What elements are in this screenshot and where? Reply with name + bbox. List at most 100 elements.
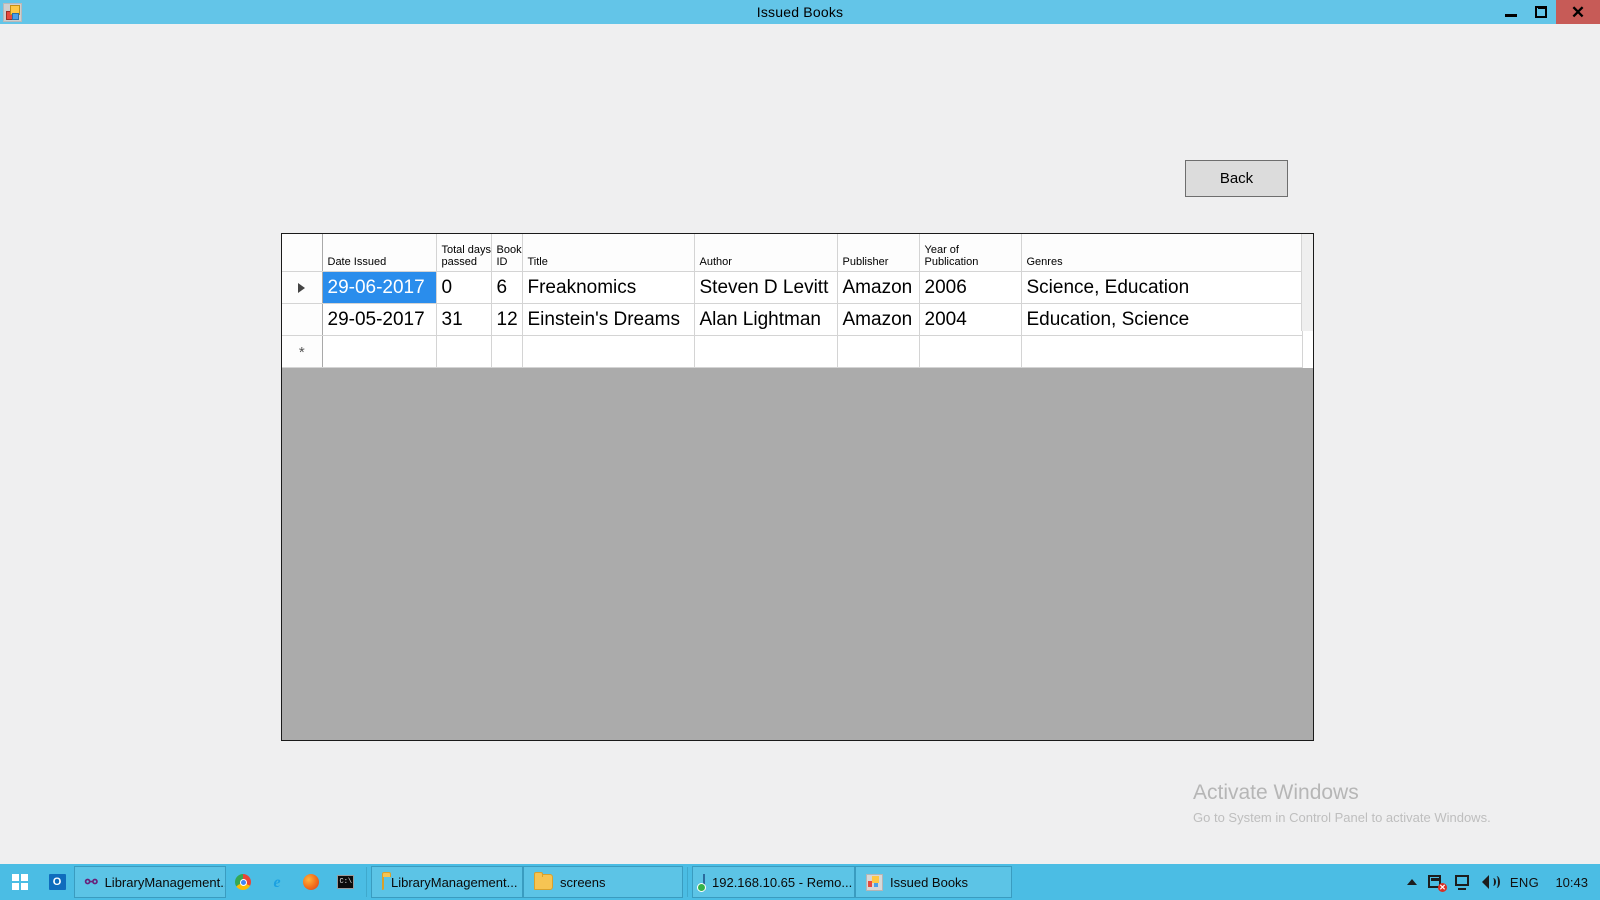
watermark-subtitle: Go to System in Control Panel to activat… — [1193, 810, 1491, 825]
minimize-icon — [1505, 13, 1517, 17]
taskbar-item-label: LibraryManagement... — [104, 874, 226, 890]
taskbar-item-issued-books[interactable]: Issued Books — [855, 866, 1012, 898]
quick-launch-outlook[interactable]: O — [40, 864, 74, 900]
cell-genres[interactable]: Science, Education — [1021, 271, 1303, 304]
windows-logo-icon — [11, 873, 29, 891]
taskbar-item-command-prompt[interactable]: C:\ — [328, 864, 362, 900]
window-titlebar[interactable]: Issued Books ✕ — [0, 0, 1600, 24]
internet-explorer-icon: e — [273, 873, 281, 891]
taskbar: O ⚯ LibraryManagement... e C:\ LibraryMa… — [0, 864, 1600, 900]
datagrid-table: Date Issued Total days passed Book ID Ti… — [282, 234, 1303, 368]
new-row-indicator[interactable]: * — [282, 335, 323, 368]
taskbar-item-firefox[interactable] — [294, 864, 328, 900]
cell-publisher[interactable]: Amazon — [837, 303, 920, 336]
column-header-title[interactable]: Title — [522, 234, 695, 272]
minimize-button[interactable] — [1496, 0, 1526, 24]
language-indicator[interactable]: ENG — [1510, 875, 1539, 890]
cell-author[interactable]: Alan Lightman — [694, 303, 838, 336]
cell-year-of-publication-new[interactable] — [919, 335, 1022, 368]
chrome-icon — [235, 874, 251, 890]
column-header-label: Date Issued — [327, 256, 387, 268]
taskbar-item-label: screens — [560, 874, 606, 890]
maximize-restore-button[interactable] — [1526, 0, 1556, 24]
network-icon[interactable] — [1454, 874, 1471, 890]
datagrid-vertical-scrollbar[interactable] — [1301, 234, 1313, 331]
start-button[interactable] — [0, 864, 40, 900]
column-header-label: Genres — [1026, 256, 1063, 268]
close-icon: ✕ — [1570, 2, 1586, 22]
action-center-icon[interactable]: ✕ — [1427, 874, 1447, 892]
volume-icon[interactable] — [1481, 875, 1500, 889]
row-header-corner[interactable] — [282, 234, 323, 272]
watermark-title: Activate Windows — [1193, 781, 1359, 804]
window-title: Issued Books — [756, 4, 844, 20]
taskbar-divider — [687, 867, 688, 897]
taskbar-item-internet-explorer[interactable]: e — [260, 864, 294, 900]
table-row-new[interactable]: * — [282, 335, 1303, 368]
column-header-book-id[interactable]: Book ID — [491, 234, 523, 272]
taskbar-item-remote-desktop[interactable]: 192.168.10.65 - Remo... — [692, 866, 855, 898]
issued-books-datagrid[interactable]: Date Issued Total days passed Book ID Ti… — [281, 233, 1314, 741]
cell-author-new[interactable] — [694, 335, 838, 368]
show-hidden-icons-chevron-up-icon[interactable] — [1406, 879, 1417, 885]
taskbar-item-librarymanagement-vs[interactable]: ⚯ LibraryManagement... — [74, 866, 226, 898]
cell-genres-new[interactable] — [1021, 335, 1303, 368]
taskbar-buttons: ⚯ LibraryManagement... e C:\ LibraryMana… — [74, 864, 1012, 900]
cell-title[interactable]: Freaknomics — [522, 271, 695, 304]
row-indicator-current[interactable] — [282, 271, 323, 304]
taskbar-item-label: 192.168.10.65 - Remo... — [712, 874, 853, 890]
column-header-label-line2: passed — [441, 256, 477, 268]
folder-icon — [534, 872, 553, 890]
cell-publisher-new[interactable] — [837, 335, 920, 368]
taskbar-spacer — [1012, 864, 1407, 900]
cell-total-days-passed[interactable]: 0 — [436, 271, 492, 304]
column-header-label: Title — [527, 256, 548, 268]
cell-title[interactable]: Einstein's Dreams — [522, 303, 695, 336]
column-header-genres[interactable]: Genres — [1021, 234, 1303, 272]
cell-date-issued[interactable]: 29-06-2017 — [322, 271, 437, 304]
current-row-arrow-icon — [298, 283, 306, 293]
folder-icon — [382, 872, 391, 890]
cell-book-id[interactable]: 12 — [491, 303, 523, 336]
cell-author[interactable]: Steven D Levitt — [694, 271, 838, 304]
column-header-author[interactable]: Author — [694, 234, 838, 272]
taskbar-item-label: LibraryManagement... — [391, 874, 518, 890]
firefox-icon — [303, 874, 319, 890]
taskbar-item-librarymanagement-folder[interactable]: LibraryManagement... — [371, 866, 523, 898]
cell-book-id[interactable]: 6 — [491, 271, 523, 304]
column-header-date-issued[interactable]: Date Issued — [322, 234, 437, 272]
restore-icon — [1535, 5, 1547, 18]
app-window-icon — [866, 873, 883, 891]
cell-date-issued[interactable]: 29-05-2017 — [322, 303, 437, 336]
cell-total-days-passed-new[interactable] — [436, 335, 492, 368]
system-tray: ✕ ENG 10:43 — [1406, 864, 1600, 900]
back-button[interactable]: Back — [1185, 160, 1288, 197]
datagrid-header-row: Date Issued Total days passed Book ID Ti… — [282, 234, 1303, 272]
table-row[interactable]: 29-06-2017 0 6 Freaknomics Steven D Levi… — [282, 271, 1303, 304]
command-prompt-icon: C:\ — [336, 875, 354, 889]
clock[interactable]: 10:43 — [1550, 875, 1588, 890]
column-header-label-line1: Book — [496, 244, 522, 256]
cell-publisher[interactable]: Amazon — [837, 271, 920, 304]
column-header-label: Publisher — [842, 256, 889, 268]
cell-year-of-publication[interactable]: 2006 — [919, 271, 1022, 304]
cell-book-id-new[interactable] — [491, 335, 523, 368]
cell-genres[interactable]: Education, Science — [1021, 303, 1303, 336]
cell-date-issued-new[interactable] — [322, 335, 437, 368]
table-row[interactable]: 29-05-2017 31 12 Einstein's Dreams Alan … — [282, 303, 1303, 336]
column-header-year-of-publication[interactable]: Year of Publication — [919, 234, 1022, 272]
column-header-publisher[interactable]: Publisher — [837, 234, 920, 272]
cell-title-new[interactable] — [522, 335, 695, 368]
window-controls: ✕ — [1496, 0, 1600, 24]
remote-desktop-icon — [697, 873, 706, 892]
taskbar-item-chrome[interactable] — [226, 864, 260, 900]
datagrid-viewport: Date Issued Total days passed Book ID Ti… — [282, 234, 1313, 368]
taskbar-item-screens[interactable]: screens — [523, 866, 683, 898]
close-button[interactable]: ✕ — [1556, 0, 1600, 24]
visual-studio-icon: ⚯ — [85, 873, 98, 891]
column-header-label-line2: Publication — [924, 256, 979, 268]
column-header-total-days-passed[interactable]: Total days passed — [436, 234, 492, 272]
cell-total-days-passed[interactable]: 31 — [436, 303, 492, 336]
cell-year-of-publication[interactable]: 2004 — [919, 303, 1022, 336]
row-indicator[interactable] — [282, 303, 323, 336]
